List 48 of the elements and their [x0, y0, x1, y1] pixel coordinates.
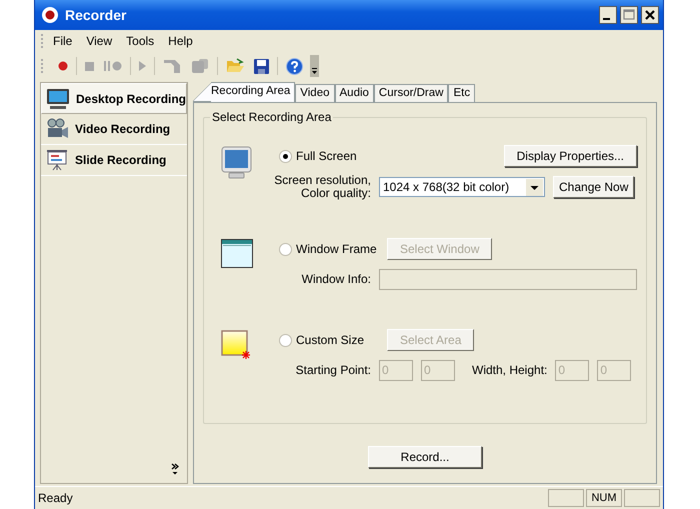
field-label: Window Info: [300, 272, 371, 286]
status-pane [548, 489, 584, 507]
tab[interactable]: Cursor/Draw [374, 84, 448, 102]
field-label: Starting Point: [294, 364, 371, 376]
display-properties-button[interactable]: Display Properties... [504, 145, 637, 167]
window-title: Recorder [65, 7, 126, 23]
status-indicator: NUM [586, 489, 622, 507]
radio-label[interactable]: Full Screen [296, 149, 357, 163]
sidebar-item[interactable]: Desktop Recording [41, 83, 187, 114]
menu-item[interactable]: View [86, 34, 112, 48]
radio-label[interactable]: Custom Size [296, 333, 364, 347]
folder-icon[interactable] [226, 58, 244, 74]
menu-item[interactable]: Help [168, 34, 193, 48]
radio-button[interactable] [279, 242, 292, 256]
overflow-icon[interactable] [310, 55, 319, 77]
record-button[interactable]: Record... [368, 446, 482, 468]
monitor-icon [46, 88, 70, 110]
sidebar-item[interactable]: Slide Recording [41, 145, 187, 176]
resolution-dropdown[interactable]: 1024 x 768(32 bit color) [379, 177, 545, 197]
radio-label[interactable]: Window Frame [296, 242, 377, 256]
projector-screen-icon [45, 149, 69, 171]
group-title: Select Recording Area [210, 110, 334, 124]
monitor-icon [221, 146, 252, 179]
save-icon[interactable] [254, 58, 269, 74]
status-pane [624, 489, 660, 507]
tab[interactable]: Video [295, 84, 334, 102]
custom-area-icon [221, 330, 251, 359]
app-icon [41, 6, 59, 24]
menu-item[interactable]: Tools [126, 34, 154, 48]
change-now-button[interactable]: Change Now [553, 176, 634, 198]
close-button[interactable] [641, 6, 659, 24]
radio-button[interactable] [279, 150, 292, 162]
radio-button[interactable] [279, 334, 292, 346]
field-label: Width, Height: [472, 364, 548, 376]
chevron-icon[interactable] [171, 463, 179, 475]
tab[interactable]: Recording Area [211, 82, 296, 102]
tab[interactable]: Audio [334, 84, 374, 102]
minimize-button[interactable] [599, 6, 617, 24]
tab[interactable]: Etc [448, 84, 476, 102]
record-icon[interactable] [58, 61, 68, 71]
sidebar-item[interactable]: Video Recording [41, 114, 187, 145]
help-icon[interactable] [286, 58, 303, 74]
window-icon [221, 239, 253, 268]
film-camera-icon [45, 118, 69, 140]
maximize-button[interactable] [620, 6, 638, 24]
menu-item[interactable]: File [53, 34, 72, 48]
field-label: Screen resolution, Color quality: [273, 174, 371, 200]
status-text: Ready [38, 491, 74, 505]
